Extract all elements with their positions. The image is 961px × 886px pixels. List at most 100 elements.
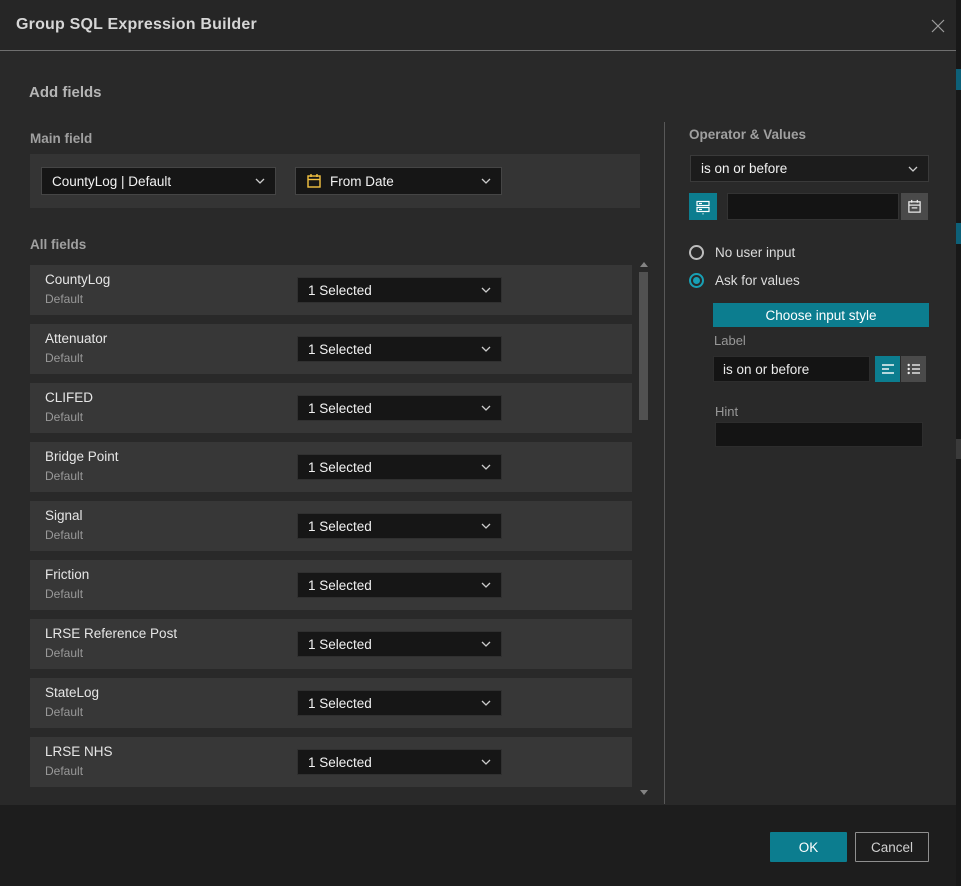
label-field-label: Label [714, 333, 746, 348]
scroll-down-icon[interactable] [640, 790, 648, 795]
scroll-up-icon[interactable] [640, 262, 648, 267]
field-values-select-value: 1 Selected [308, 755, 473, 770]
field-values-select[interactable]: 1 Selected [297, 513, 502, 539]
field-row: Bridge Point Default 1 Selected [30, 442, 632, 492]
chevron-down-icon [255, 178, 265, 184]
field-row: Attenuator Default 1 Selected [30, 324, 632, 374]
field-values-select[interactable]: 1 Selected [297, 336, 502, 362]
chevron-down-icon [481, 178, 491, 184]
field-values-select[interactable]: 1 Selected [297, 749, 502, 775]
hint-field-label: Hint [715, 404, 738, 419]
field-sublabel: Default [45, 469, 83, 483]
operator-values-label: Operator & Values [689, 127, 806, 142]
stacked-rows-icon [695, 199, 711, 215]
field-values-select-value: 1 Selected [308, 519, 473, 534]
edge-artifact [956, 223, 961, 244]
calendar-picker-button[interactable] [901, 193, 928, 220]
chevron-down-icon [481, 464, 491, 470]
all-fields-label: All fields [30, 237, 86, 252]
dialog-header: Group SQL Expression Builder [0, 0, 961, 51]
all-fields-list: CountyLog Default 1 Selected Attenuator … [30, 265, 632, 796]
scrollbar[interactable] [637, 259, 651, 800]
field-sublabel: Default [45, 764, 83, 778]
layer-select-value: CountyLog | Default [52, 174, 247, 189]
calendar-icon [907, 199, 922, 214]
field-name: CLIFED [45, 390, 93, 405]
field-select-value: From Date [330, 174, 473, 189]
field-values-select-value: 1 Selected [308, 283, 473, 298]
field-sublabel: Default [45, 292, 83, 306]
group-sql-expression-builder-dialog: Group SQL Expression Builder Add fields … [0, 0, 961, 886]
field-values-select-value: 1 Selected [308, 578, 473, 593]
field-name: Friction [45, 567, 89, 582]
field-name: LRSE Reference Post [45, 626, 177, 641]
field-name: LRSE NHS [45, 744, 113, 759]
background-edge-strip [956, 0, 961, 886]
field-values-select[interactable]: 1 Selected [297, 631, 502, 657]
field-values-select-value: 1 Selected [308, 696, 473, 711]
label-input[interactable] [713, 356, 870, 382]
chevron-down-icon [481, 641, 491, 647]
edge-artifact [956, 69, 961, 90]
chevron-down-icon [481, 759, 491, 765]
field-values-select[interactable]: 1 Selected [297, 277, 502, 303]
field-sublabel: Default [45, 587, 83, 601]
radio-option-ask-for-values[interactable]: Ask for values [689, 273, 800, 288]
field-values-select-value: 1 Selected [308, 401, 473, 416]
scrollbar-thumb[interactable] [639, 272, 648, 420]
date-value-input[interactable] [727, 193, 899, 220]
radio-no-user-input-label: No user input [715, 245, 795, 260]
main-field-field-select[interactable]: From Date [295, 167, 502, 195]
field-values-select-value: 1 Selected [308, 460, 473, 475]
chevron-down-icon [908, 166, 918, 172]
field-values-select[interactable]: 1 Selected [297, 572, 502, 598]
field-sublabel: Default [45, 528, 83, 542]
field-row: LRSE Reference Post Default 1 Selected [30, 619, 632, 669]
chevron-down-icon [481, 523, 491, 529]
field-name: StateLog [45, 685, 99, 700]
dialog-footer: OK Cancel [0, 805, 961, 886]
close-icon[interactable] [925, 13, 951, 39]
add-fields-heading: Add fields [29, 84, 102, 101]
field-sublabel: Default [45, 646, 83, 660]
align-left-button[interactable] [875, 356, 900, 382]
field-values-select-value: 1 Selected [308, 342, 473, 357]
edge-artifact [956, 439, 961, 459]
field-values-select[interactable]: 1 Selected [297, 395, 502, 421]
field-name: Signal [45, 508, 83, 523]
radio-ask-for-values-label: Ask for values [715, 273, 800, 288]
main-field-label: Main field [30, 131, 92, 146]
hint-input[interactable] [715, 422, 923, 447]
field-values-select[interactable]: 1 Selected [297, 454, 502, 480]
panel-divider [664, 122, 665, 804]
align-left-icon [881, 362, 895, 376]
field-values-select[interactable]: 1 Selected [297, 690, 502, 716]
radio-ask-for-values[interactable] [689, 273, 704, 288]
field-row: Signal Default 1 Selected [30, 501, 632, 551]
field-sublabel: Default [45, 351, 83, 365]
chevron-down-icon [481, 346, 491, 352]
field-row: CLIFED Default 1 Selected [30, 383, 632, 433]
dialog-title: Group SQL Expression Builder [16, 0, 257, 50]
field-row: Friction Default 1 Selected [30, 560, 632, 610]
radio-option-no-user-input[interactable]: No user input [689, 245, 795, 260]
operator-select[interactable]: is on or before [690, 155, 929, 182]
field-row: LRSE NHS Default 1 Selected [30, 737, 632, 787]
chevron-down-icon [481, 405, 491, 411]
chevron-down-icon [481, 582, 491, 588]
value-type-button[interactable] [689, 193, 717, 220]
field-row: StateLog Default 1 Selected [30, 678, 632, 728]
main-field-layer-select[interactable]: CountyLog | Default [41, 167, 276, 195]
list-style-button[interactable] [901, 356, 926, 382]
ok-button[interactable]: OK [770, 832, 847, 862]
field-name: Attenuator [45, 331, 107, 346]
chevron-down-icon [481, 700, 491, 706]
chevron-down-icon [481, 287, 491, 293]
radio-no-user-input[interactable] [689, 245, 704, 260]
cancel-button[interactable]: Cancel [855, 832, 929, 862]
choose-input-style-button[interactable]: Choose input style [713, 303, 929, 327]
calendar-icon [306, 173, 322, 189]
bulleted-list-icon [907, 362, 921, 376]
field-row: CountyLog Default 1 Selected [30, 265, 632, 315]
operator-select-value: is on or before [701, 161, 900, 176]
